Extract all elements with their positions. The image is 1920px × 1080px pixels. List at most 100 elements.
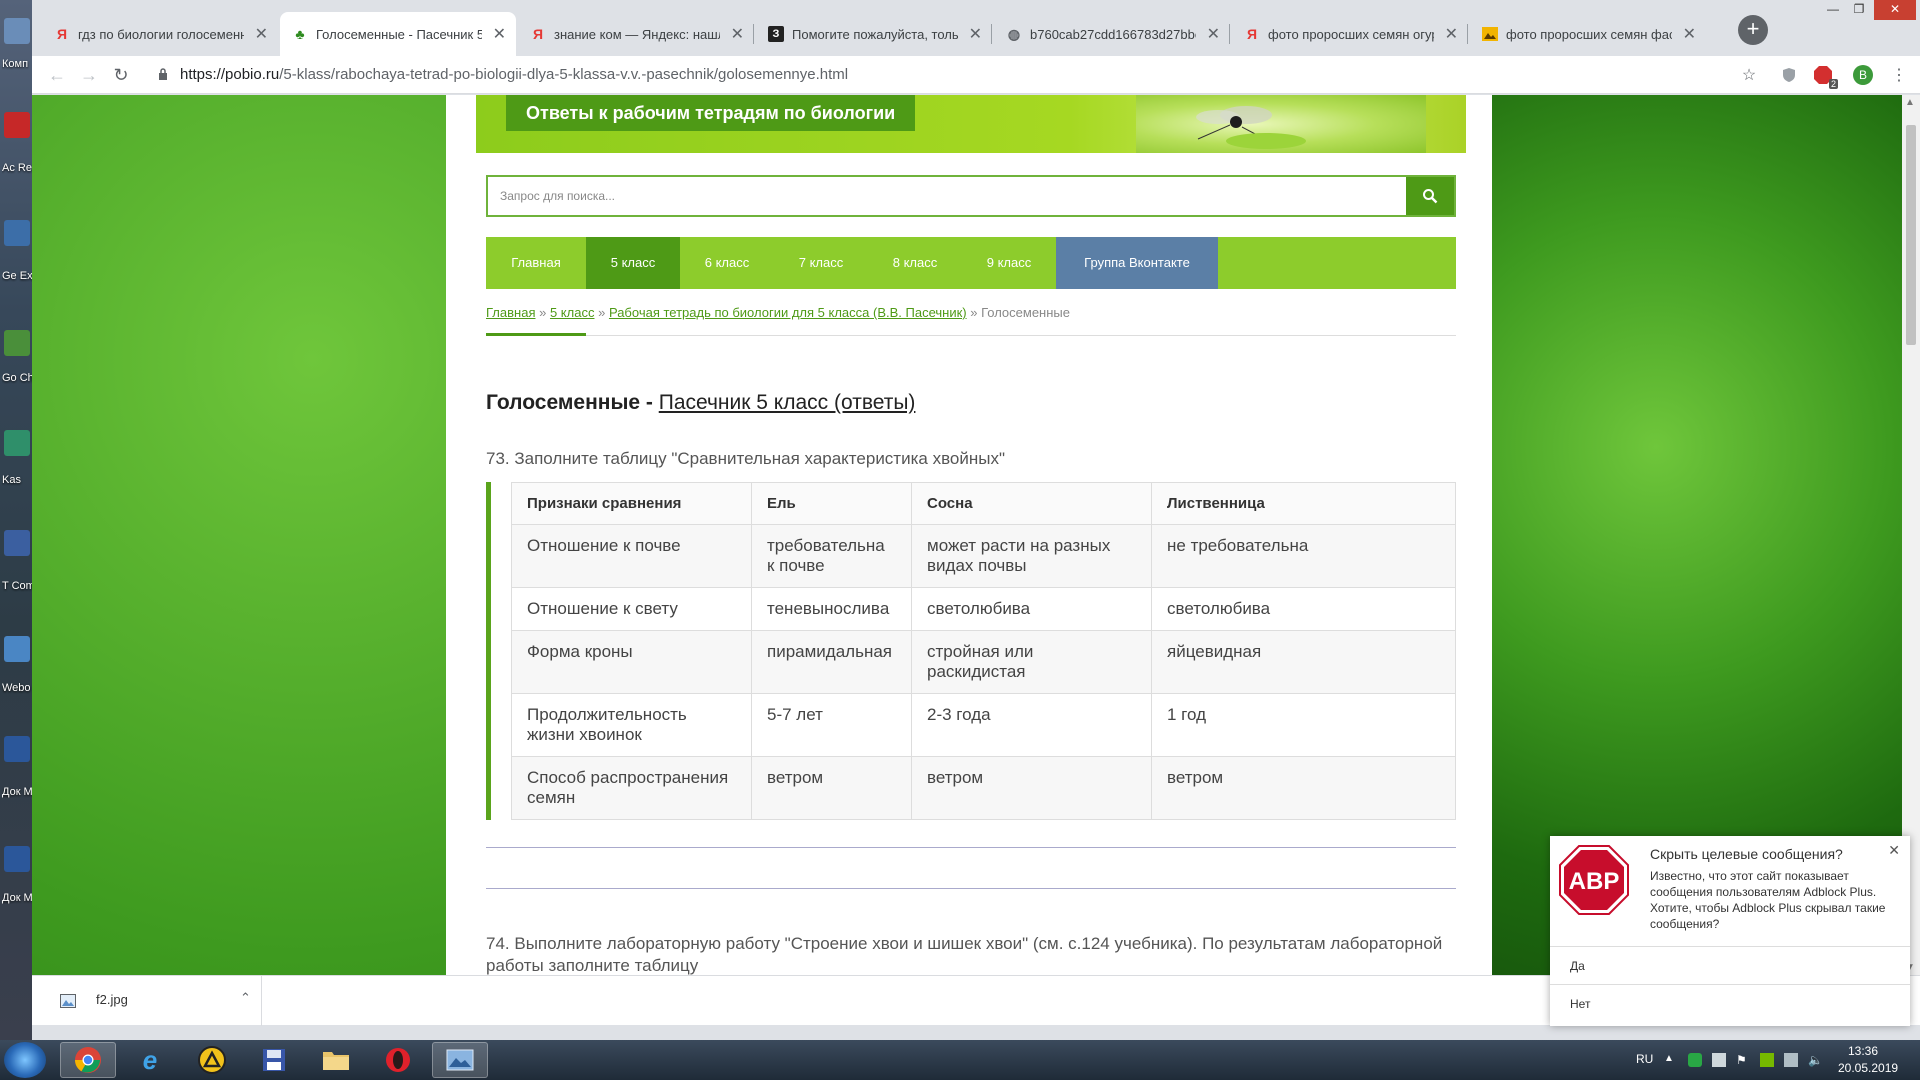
chevron-up-icon[interactable]: ⌃ [240, 990, 251, 1006]
menu-item-grade-7[interactable]: 7 класс [774, 237, 868, 289]
tray-expand-icon[interactable]: ▲ [1664, 1053, 1678, 1067]
adblock-yes-button[interactable]: Да [1550, 946, 1910, 984]
adblock-extension-icon[interactable]: 2 [1812, 64, 1838, 89]
page-title-link[interactable]: Пасечник 5 класс (ответы) [659, 391, 916, 414]
taskbar-app[interactable] [184, 1042, 240, 1078]
computer-icon[interactable] [4, 18, 30, 44]
network-tray-icon[interactable] [1784, 1053, 1798, 1067]
adblock-no-button[interactable]: Нет [1550, 984, 1910, 1022]
yandex-icon: Я [56, 26, 68, 42]
close-icon[interactable]: ✕ [1207, 24, 1220, 44]
reload-button[interactable]: ↻ [110, 64, 132, 86]
browser-tab[interactable]: Я гдз по биологии голосеменные ✕ [42, 12, 278, 56]
maximize-button[interactable]: ❐ [1846, 0, 1872, 20]
desktop-icon-label: Комп [2, 58, 29, 70]
tab-title: b760cab27cdd166783d27bbea3 [1030, 26, 1196, 42]
browser-tab[interactable]: ◍ b760cab27cdd166783d27bbea3 ✕ [994, 12, 1230, 56]
desktop-icon-label: Ac Rea [2, 162, 32, 174]
taskbar-opera[interactable] [370, 1042, 426, 1078]
forward-button[interactable]: → [78, 64, 100, 86]
opera-icon [386, 1048, 410, 1072]
close-icon[interactable]: ✕ [493, 24, 506, 44]
menu-item-vk-group[interactable]: Группа Вконтакте [1056, 237, 1218, 289]
webcam-icon[interactable] [4, 636, 30, 662]
minimize-button[interactable]: — [1820, 0, 1846, 20]
menu-kebab-icon[interactable]: ⋮ [1888, 64, 1910, 86]
volume-tray-icon[interactable]: 🔈 [1808, 1053, 1823, 1067]
adblock-logo-icon: ABP [1559, 845, 1629, 915]
table-header-cell: Ель [751, 482, 912, 525]
monitor-tray-icon[interactable] [1712, 1053, 1726, 1067]
breadcrumb-home-link[interactable]: Главная [486, 305, 535, 320]
browser-tab[interactable]: фото проросших семян фасоли ✕ [1470, 12, 1706, 56]
word-document-icon[interactable] [4, 736, 30, 762]
clock-time[interactable]: 13:36 [1848, 1044, 1878, 1058]
breadcrumb-grade-link[interactable]: 5 класс [550, 305, 595, 320]
windows-taskbar: e RU ▲ ⚑ 🔈 13:36 20.05.2019 [0, 1040, 1920, 1080]
menu-item-grade-9[interactable]: 9 класс [962, 237, 1056, 289]
flag-tray-icon[interactable]: ⚑ [1736, 1053, 1750, 1067]
back-button[interactable]: ← [46, 64, 68, 86]
leaf-icon: ♣ [295, 26, 305, 42]
taskbar-ie[interactable]: e [122, 1042, 178, 1078]
table-cell: яйцевидная [1151, 630, 1456, 694]
table-row: Способ распространения семян ветром ветр… [511, 756, 1456, 820]
tab-title: гдз по биологии голосеменные [78, 26, 244, 42]
menu-item-grade-5[interactable]: 5 класс [586, 237, 680, 289]
yandex-icon: Я [532, 26, 544, 42]
taskbar-image-viewer[interactable] [432, 1042, 488, 1078]
total-commander-icon[interactable] [4, 530, 30, 556]
browser-tab[interactable]: Я фото проросших семян огурцо ✕ [1232, 12, 1468, 56]
bookmark-star-icon[interactable]: ☆ [1738, 64, 1760, 86]
taskbar-chrome[interactable] [60, 1042, 116, 1078]
adblock-logo-text: ABP [1569, 868, 1620, 895]
close-icon[interactable]: ✕ [1683, 24, 1696, 44]
search-input[interactable] [488, 177, 1408, 215]
scroll-up-arrow[interactable]: ▲ [1905, 97, 1915, 108]
download-item[interactable]: f2.jpg ⌃ [40, 976, 262, 1026]
browser-tab[interactable]: Я знание ком — Яндекс: нашлось ✕ [518, 12, 754, 56]
chrome-icon [74, 1047, 101, 1073]
warning-triangle-icon [198, 1046, 226, 1074]
close-icon[interactable]: ✕ [731, 24, 744, 44]
breadcrumb-book-link[interactable]: Рабочая тетрадь по биологии для 5 класса… [609, 305, 967, 320]
google-earth-icon[interactable] [4, 220, 30, 246]
table-cell: теневыносливa [751, 587, 912, 631]
new-tab-button[interactable]: + [1738, 15, 1768, 45]
search-button[interactable] [1406, 177, 1454, 215]
table-header-row: Признаки сравнения Ель Сосна Лиственница [511, 482, 1456, 525]
address-bar[interactable]: https://pobio.ru/5-klass/rabochaya-tetra… [180, 66, 848, 83]
close-icon[interactable]: ✕ [1445, 24, 1458, 44]
menu-item-home[interactable]: Главная [486, 237, 586, 289]
shield-extension-icon[interactable] [1778, 64, 1800, 86]
language-indicator[interactable]: RU [1636, 1052, 1653, 1066]
table-cell: требовательна к почве [751, 524, 912, 588]
table-row: Отношение к свету теневыносливa светолюб… [511, 587, 1456, 631]
chrome-shortcut-icon[interactable] [4, 330, 30, 356]
taskbar-app[interactable] [246, 1042, 302, 1078]
table-cell: 1 год [1151, 693, 1456, 757]
breadcrumb-current: Голосеменные [981, 305, 1070, 320]
kaspersky-icon[interactable] [4, 430, 30, 456]
menu-item-grade-6[interactable]: 6 класс [680, 237, 774, 289]
table-cell: Отношение к свету [511, 587, 752, 631]
browser-tab[interactable]: З Помогите пожалуйста, только т ✕ [756, 12, 992, 56]
acrobat-reader-icon[interactable] [4, 112, 30, 138]
shield-tray-icon[interactable] [1688, 1053, 1702, 1067]
close-icon[interactable]: ✕ [1888, 842, 1900, 859]
close-icon[interactable]: ✕ [255, 24, 268, 44]
banner-title: Ответы к рабочим тетрадям по биологии [506, 95, 916, 131]
taskbar-explorer[interactable] [308, 1042, 364, 1078]
tab-separator [753, 24, 754, 44]
browser-tab-active[interactable]: ♣ Голосеменные - Пасечник 5 кл ✕ [280, 12, 516, 56]
clock-date[interactable]: 20.05.2019 [1838, 1061, 1898, 1075]
word-document-icon[interactable] [4, 846, 30, 872]
section-divider [486, 888, 1456, 889]
menu-item-grade-8[interactable]: 8 класс [868, 237, 962, 289]
window-close-button[interactable]: ✕ [1874, 0, 1916, 20]
scrollbar-thumb[interactable] [1906, 125, 1916, 345]
profile-avatar[interactable]: B [1852, 64, 1874, 86]
nvidia-tray-icon[interactable] [1760, 1053, 1774, 1067]
close-icon[interactable]: ✕ [969, 24, 982, 44]
start-button[interactable] [4, 1042, 46, 1078]
